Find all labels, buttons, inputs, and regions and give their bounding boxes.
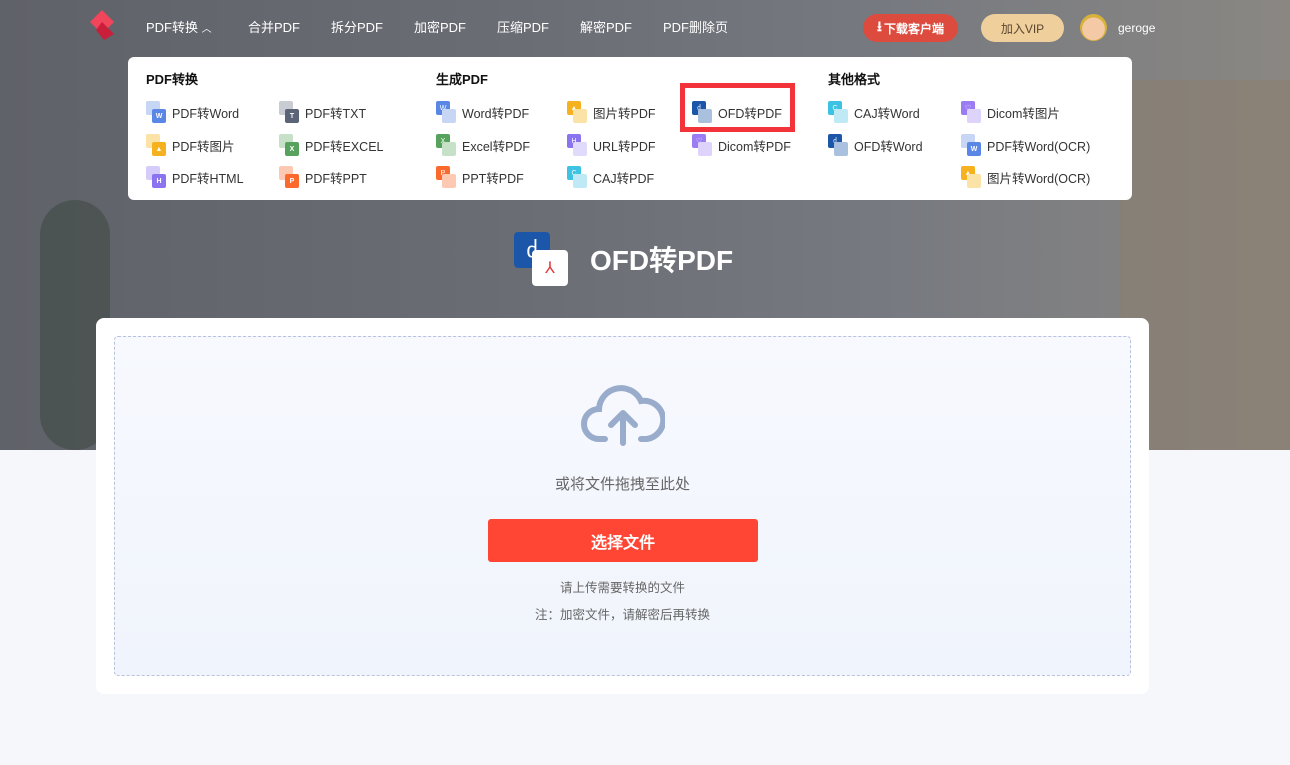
ppt-to-pdf-icon: P bbox=[436, 166, 456, 188]
menu-item[interactable]: X PDF转EXCEL bbox=[279, 134, 384, 156]
menu-item-label: PDF转EXCEL bbox=[305, 139, 384, 154]
menu-item-label: PDF转Word(OCR) bbox=[987, 139, 1091, 154]
menu-item[interactable]: C CAJ转PDF bbox=[567, 166, 654, 188]
menu-item[interactable]: ♡ Dicom转PDF bbox=[692, 134, 791, 156]
menu-item[interactable]: P PPT转PDF bbox=[436, 166, 524, 188]
menu-item[interactable]: ♡ Dicom转图片 bbox=[961, 101, 1060, 123]
menu-item[interactable]: P PDF转PPT bbox=[279, 166, 367, 188]
pdf-to-txt-icon: T bbox=[279, 101, 299, 123]
nav-merge-pdf[interactable]: 合并PDF bbox=[248, 17, 300, 36]
join-vip-button[interactable]: 加入VIP bbox=[981, 14, 1064, 42]
image-to-pdf-icon: ▲ bbox=[567, 101, 587, 123]
download-label: 下载客户端 bbox=[883, 21, 944, 36]
username[interactable]: geroge bbox=[1118, 21, 1155, 35]
encryption-note: 注：加密文件，请解密后再转换 bbox=[534, 608, 710, 622]
ofd-to-word-icon: ძ bbox=[828, 134, 848, 156]
dicom-to-image-icon: ♡ bbox=[961, 101, 981, 123]
nav-pdf-convert[interactable]: PDF转换 ︿ bbox=[146, 17, 212, 36]
group-heading: PDF转换 bbox=[146, 72, 199, 87]
upload-note: 请上传需要转换的文件 bbox=[559, 581, 685, 595]
menu-item-label: PDF转Word bbox=[172, 106, 240, 121]
pdf-to-word-ocr-icon: W bbox=[961, 134, 981, 156]
chevron-up-icon: ︿ bbox=[201, 24, 212, 35]
menu-item-label: PPT转PDF bbox=[462, 171, 524, 186]
nav-compress-pdf[interactable]: 压缩PDF bbox=[497, 17, 549, 36]
drop-zone[interactable]: 或将文件拖拽至此处 选择文件 请上传需要转换的文件 注：加密文件，请解密后再转换 bbox=[114, 336, 1131, 676]
nav-delete-pages[interactable]: PDF删除页 bbox=[663, 17, 728, 36]
caj-to-pdf-icon: C bbox=[567, 166, 587, 188]
menu-item-label: CAJ转PDF bbox=[593, 171, 655, 186]
highlight-box bbox=[680, 83, 795, 132]
menu-item[interactable]: H PDF转HTML bbox=[146, 166, 244, 188]
menu-item-label: CAJ转Word bbox=[854, 106, 920, 121]
menu-item-label: PDF转PPT bbox=[305, 171, 367, 186]
logo-icon[interactable] bbox=[90, 10, 114, 40]
download-client-button[interactable]: ⭳ 下载客户端 bbox=[863, 14, 958, 42]
menu-item[interactable]: C CAJ转Word bbox=[828, 101, 920, 123]
pdf-to-word-icon: W bbox=[146, 101, 166, 123]
page-header: ძ ⅄ OFD转PDF bbox=[514, 232, 733, 286]
menu-item[interactable]: H URL转PDF bbox=[567, 134, 656, 156]
group-heading: 生成PDF bbox=[436, 72, 489, 87]
cloud-upload-icon bbox=[581, 385, 665, 446]
pdf-to-image-icon: ▲ bbox=[146, 134, 166, 156]
menu-item[interactable]: ▲ 图片转PDF bbox=[567, 101, 656, 123]
dicom-to-pdf-icon: ♡ bbox=[692, 134, 712, 156]
menu-item[interactable]: W PDF转Word(OCR) bbox=[961, 134, 1090, 156]
menu-item[interactable]: ძ OFD转Word bbox=[828, 134, 923, 156]
caj-to-word-icon: C bbox=[828, 101, 848, 123]
menu-item[interactable]: X Excel转PDF bbox=[436, 134, 530, 156]
menu-item-label: Dicom转图片 bbox=[987, 106, 1060, 121]
menu-item-label: PDF转TXT bbox=[305, 106, 367, 121]
menu-item-label: 图片转PDF bbox=[593, 106, 656, 121]
menu-item-label: OFD转Word bbox=[854, 139, 923, 154]
group-heading: 其他格式 bbox=[828, 72, 881, 87]
menu-item-label: Word转PDF bbox=[462, 106, 530, 121]
menu-item-label: Dicom转PDF bbox=[718, 139, 791, 154]
menu-item[interactable]: ▲ PDF转图片 bbox=[146, 134, 235, 156]
menu-item-label: 图片转Word(OCR) bbox=[987, 171, 1091, 186]
top-nav: PDF转换 ︿ 合并PDF 拆分PDF 加密PDF 压缩PDF 解密PDF PD… bbox=[0, 0, 1290, 52]
select-file-button[interactable]: 选择文件 bbox=[488, 519, 758, 562]
menu-item[interactable]: ▲ 图片转Word(OCR) bbox=[961, 166, 1090, 188]
nav-encrypt-pdf[interactable]: 加密PDF bbox=[414, 17, 466, 36]
image-to-word-ocr-icon: ▲ bbox=[961, 166, 981, 188]
word-to-pdf-icon: W bbox=[436, 101, 456, 123]
menu-item[interactable]: W Word转PDF bbox=[436, 101, 529, 123]
pdf-to-html-icon: H bbox=[146, 166, 166, 188]
excel-to-pdf-icon: X bbox=[436, 134, 456, 156]
menu-item-label: PDF转图片 bbox=[172, 139, 235, 154]
avatar[interactable] bbox=[1080, 14, 1107, 41]
ofd-to-pdf-icon: ძ ⅄ bbox=[514, 232, 568, 286]
download-icon: ⭳ bbox=[877, 18, 882, 34]
menu-item-label: PDF转HTML bbox=[172, 171, 244, 186]
drop-hint: 或将文件拖拽至此处 bbox=[554, 476, 690, 493]
pdf-to-ppt-icon: P bbox=[279, 166, 299, 188]
menu-item[interactable]: T PDF转TXT bbox=[279, 101, 366, 123]
menu-item-label: URL转PDF bbox=[593, 139, 656, 154]
menu-item-label: Excel转PDF bbox=[462, 139, 531, 154]
nav-label: PDF转换 bbox=[146, 20, 199, 35]
url-to-pdf-icon: H bbox=[567, 134, 587, 156]
convert-dropdown-menu: PDF转换 生成PDF 其他格式 W PDF转Word T PDF转TXT ▲ PDF转图… bbox=[128, 57, 1132, 200]
pdf-to-excel-icon: X bbox=[279, 134, 299, 156]
nav-decrypt-pdf[interactable]: 解密PDF bbox=[580, 17, 632, 36]
nav-split-pdf[interactable]: 拆分PDF bbox=[331, 17, 383, 36]
upload-card: 或将文件拖拽至此处 选择文件 请上传需要转换的文件 注：加密文件，请解密后再转换 bbox=[96, 318, 1149, 694]
menu-item[interactable]: W PDF转Word bbox=[146, 101, 239, 123]
page-title: OFD转PDF bbox=[590, 245, 734, 276]
